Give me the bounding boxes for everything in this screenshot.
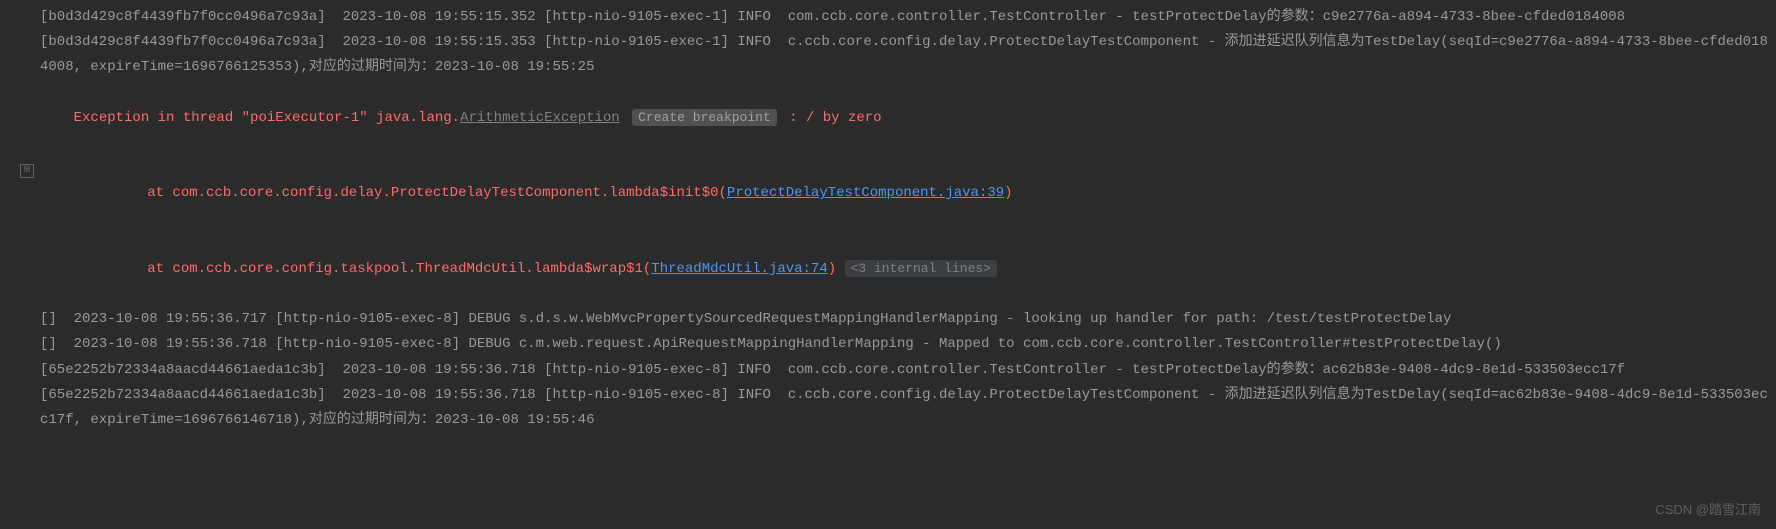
console-output: ⊞ [b0d3d429c8f4439fb7f0cc0496a7c93a] 202… bbox=[0, 0, 1776, 438]
create-breakpoint-hint[interactable]: Create breakpoint bbox=[632, 109, 777, 126]
exception-class-link[interactable]: ArithmeticException bbox=[460, 110, 620, 126]
folded-lines-hint[interactable]: <3 internal lines> bbox=[845, 260, 997, 277]
exception-message: : / by zero bbox=[781, 110, 882, 126]
log-line-info: [b0d3d429c8f4439fb7f0cc0496a7c93a] 2023-… bbox=[40, 5, 1776, 30]
stacktrace-text: at com.ccb.core.config.delay.ProtectDela… bbox=[114, 185, 727, 201]
log-line-info: [b0d3d429c8f4439fb7f0cc0496a7c93a] 2023-… bbox=[40, 30, 1776, 80]
fold-expand-icon[interactable]: ⊞ bbox=[20, 164, 34, 178]
source-link[interactable]: ProtectDelayTestComponent.java:39 bbox=[727, 185, 1004, 201]
source-link[interactable]: ThreadMdcUtil.java:74 bbox=[651, 261, 827, 277]
stacktrace-line: at com.ccb.core.config.taskpool.ThreadMd… bbox=[40, 232, 1776, 308]
log-line-debug: [] 2023-10-08 19:55:36.718 [http-nio-910… bbox=[40, 332, 1776, 357]
watermark-text: CSDN @踏雪江南 bbox=[1655, 498, 1761, 521]
stacktrace-suffix: ) bbox=[828, 261, 836, 277]
log-line-info: [65e2252b72334a8aacd44661aeda1c3b] 2023-… bbox=[40, 358, 1776, 383]
stacktrace-suffix: ) bbox=[1004, 185, 1012, 201]
log-line-info: [65e2252b72334a8aacd44661aeda1c3b] 2023-… bbox=[40, 383, 1776, 433]
log-line-debug: [] 2023-10-08 19:55:36.717 [http-nio-910… bbox=[40, 307, 1776, 332]
stacktrace-text: at com.ccb.core.config.taskpool.ThreadMd… bbox=[114, 261, 652, 277]
stacktrace-line: at com.ccb.core.config.delay.ProtectDela… bbox=[40, 156, 1776, 232]
exception-line: Exception in thread "poiExecutor-1" java… bbox=[40, 81, 1776, 157]
exception-prefix: Exception in thread "poiExecutor-1" java… bbox=[74, 110, 460, 126]
gutter: ⊞ bbox=[20, 0, 38, 438]
